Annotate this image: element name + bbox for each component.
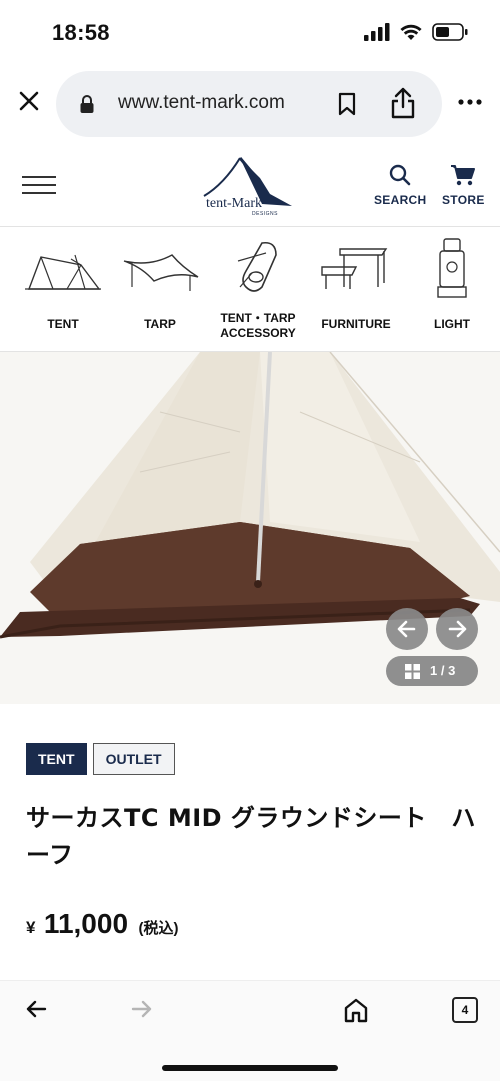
menu-icon[interactable] [22, 176, 56, 196]
home-indicator [162, 1065, 338, 1071]
search-label: SEARCH [374, 193, 427, 207]
product-title: サーカスTC MID グラウンドシート ハーフ [26, 804, 476, 869]
home-icon[interactable] [343, 997, 369, 1023]
tarp-icon [123, 254, 199, 291]
bookmark-icon[interactable] [338, 92, 356, 116]
forward-icon[interactable] [130, 997, 154, 1021]
logo-text: tent-Mark [206, 196, 262, 211]
address-bar[interactable]: www.tent-mark.com [56, 71, 442, 137]
category-label: TARP [144, 317, 176, 331]
lantern-icon [437, 238, 467, 298]
category-tarp[interactable]: TARP [112, 237, 208, 349]
price-amount: 11,000 [43, 908, 129, 939]
price-currency: ¥ [26, 918, 36, 937]
tabs-button[interactable]: 4 [452, 997, 478, 1023]
image-counter[interactable]: 1 / 3 [386, 656, 478, 686]
product-photo [0, 352, 500, 704]
cart-icon [451, 165, 476, 186]
url-text: www.tent-mark.com [118, 92, 285, 113]
category-label: LIGHT [434, 317, 470, 331]
search-button[interactable]: SEARCH [374, 164, 426, 207]
category-label: TENT・TARP ACCESSORY [220, 311, 296, 340]
category-tent[interactable]: TENT [15, 237, 111, 349]
search-icon [390, 164, 411, 186]
signal-icon [364, 23, 390, 41]
logo-subtext: DESIGNS [252, 211, 279, 217]
status-icons [364, 23, 468, 41]
browser-bar: www.tent-mark.com [0, 62, 500, 146]
lock-icon [80, 95, 94, 113]
category-light[interactable]: LIGHT [404, 237, 500, 349]
more-options-icon[interactable] [458, 99, 482, 105]
category-nav: TENT TARP TENT・TARP ACCESSORY FURNITURE [0, 227, 500, 352]
site-logo[interactable]: tent-Mark DESIGNS [200, 154, 300, 220]
prev-image-button[interactable] [386, 608, 428, 650]
back-icon[interactable] [24, 997, 48, 1021]
status-time: 18:58 [52, 20, 110, 45]
tent-icon [25, 254, 101, 290]
carabiner-icon [237, 241, 277, 292]
tag-tent[interactable]: TENT [26, 743, 87, 775]
next-image-button[interactable] [436, 608, 478, 650]
browser-toolbar: 4 [0, 980, 500, 1081]
tag-outlet[interactable]: OUTLET [92, 743, 175, 775]
furniture-icon [321, 248, 388, 289]
product-image-gallery[interactable]: 1 / 3 [0, 352, 500, 704]
battery-icon [432, 23, 468, 41]
store-button[interactable]: STORE [442, 164, 485, 207]
store-label: STORE [442, 193, 485, 207]
grid-icon [405, 664, 420, 679]
product-price: ¥ 11,000 (税込) [26, 908, 178, 940]
wifi-icon [400, 24, 422, 40]
price-tax: (税込) [138, 920, 179, 937]
image-counter-text: 1 / 3 [430, 663, 456, 678]
status-bar: 18:58 [0, 0, 500, 62]
category-furniture[interactable]: FURNITURE [308, 237, 404, 349]
category-label: FURNITURE [321, 317, 391, 331]
arrow-right-icon [448, 620, 467, 638]
arrow-left-icon [397, 620, 416, 638]
site-header: tent-Mark DESIGNS SEARCH STORE [0, 146, 500, 227]
close-icon[interactable] [14, 86, 44, 116]
category-accessory[interactable]: TENT・TARP ACCESSORY [210, 237, 306, 349]
share-icon[interactable] [390, 87, 416, 119]
product-tags: TENT OUTLET [26, 743, 175, 775]
category-label: TENT [47, 317, 79, 331]
